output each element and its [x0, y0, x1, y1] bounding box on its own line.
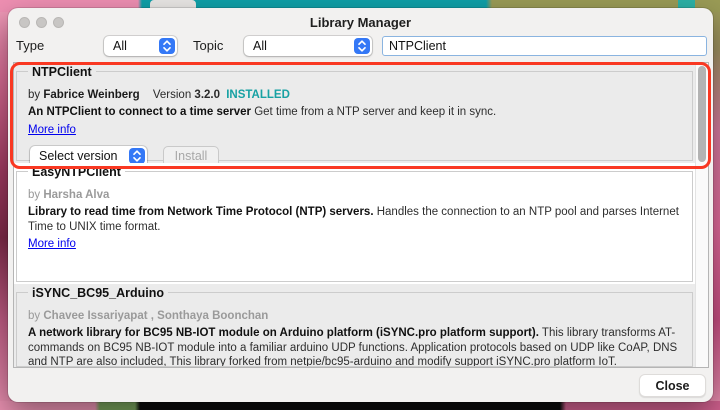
- version-select-value: Select version: [30, 149, 129, 163]
- chevron-up-down-icon: [129, 148, 145, 163]
- topic-label: Topic: [193, 34, 223, 58]
- library-name: iSYNC_BC95_Arduino: [28, 286, 168, 301]
- library-summary: A network library for BC95 NB-IOT module…: [28, 326, 685, 368]
- close-button[interactable]: Close: [639, 374, 706, 397]
- topic-dropdown-value: All: [244, 39, 354, 53]
- search-input[interactable]: [382, 36, 707, 56]
- library-meta: by Harsha Alva: [28, 189, 685, 202]
- library-name: NTPClient: [28, 65, 96, 80]
- topic-dropdown[interactable]: All: [244, 36, 372, 56]
- library-entry-isync-bc95-arduino[interactable]: iSYNC_BC95_Arduino by Chavee Issariyapat…: [14, 284, 695, 368]
- titlebar: Library Manager: [8, 8, 713, 34]
- chevron-up-down-icon: [159, 38, 175, 54]
- more-info-link[interactable]: More info: [28, 124, 76, 136]
- library-entries: NTPClient by Fabrice Weinberg Version 3.…: [14, 63, 695, 367]
- library-author: Harsha Alva: [43, 189, 109, 201]
- library-entry-ntpclient[interactable]: NTPClient by Fabrice Weinberg Version 3.…: [14, 63, 695, 163]
- install-button[interactable]: Install: [163, 146, 219, 164]
- filter-bar: Type All Topic All: [8, 34, 713, 58]
- library-author: Chavee Issariyapat , Sonthaya Boonchan: [43, 310, 268, 322]
- chevron-up-down-icon: [354, 38, 370, 54]
- more-info-link[interactable]: More info: [28, 238, 76, 250]
- wallpaper-bottom: [0, 401, 720, 410]
- library-entry-easyntpclient[interactable]: EasyNTPClient by Harsha Alva Library to …: [14, 163, 695, 284]
- library-manager-window: Library Manager Type All Topic All: [8, 8, 713, 402]
- scrollbar-track[interactable]: [695, 63, 708, 367]
- library-version: 3.2.0: [194, 89, 220, 101]
- installed-badge: INSTALLED: [226, 89, 290, 101]
- entry-controls: Select version Install: [30, 146, 685, 164]
- library-meta: by Chavee Issariyapat , Sonthaya Booncha…: [28, 310, 685, 323]
- type-dropdown-value: All: [104, 39, 159, 53]
- library-name: EasyNTPClient: [28, 165, 125, 180]
- library-summary: Library to read time from Network Time P…: [28, 205, 685, 234]
- version-select-dropdown[interactable]: Select version: [30, 146, 147, 164]
- library-author: Fabrice Weinberg: [43, 89, 139, 101]
- window-title: Library Manager: [8, 15, 713, 30]
- desktop: Library Manager Type All Topic All: [0, 0, 720, 410]
- library-meta: by Fabrice Weinberg Version 3.2.0 INSTAL…: [28, 89, 685, 102]
- type-dropdown[interactable]: All: [104, 36, 177, 56]
- library-list: NTPClient by Fabrice Weinberg Version 3.…: [13, 62, 709, 368]
- scrollbar-thumb[interactable]: [698, 66, 706, 162]
- type-label: Type: [16, 34, 44, 58]
- library-summary: An NTPClient to connect to a time server…: [28, 105, 685, 120]
